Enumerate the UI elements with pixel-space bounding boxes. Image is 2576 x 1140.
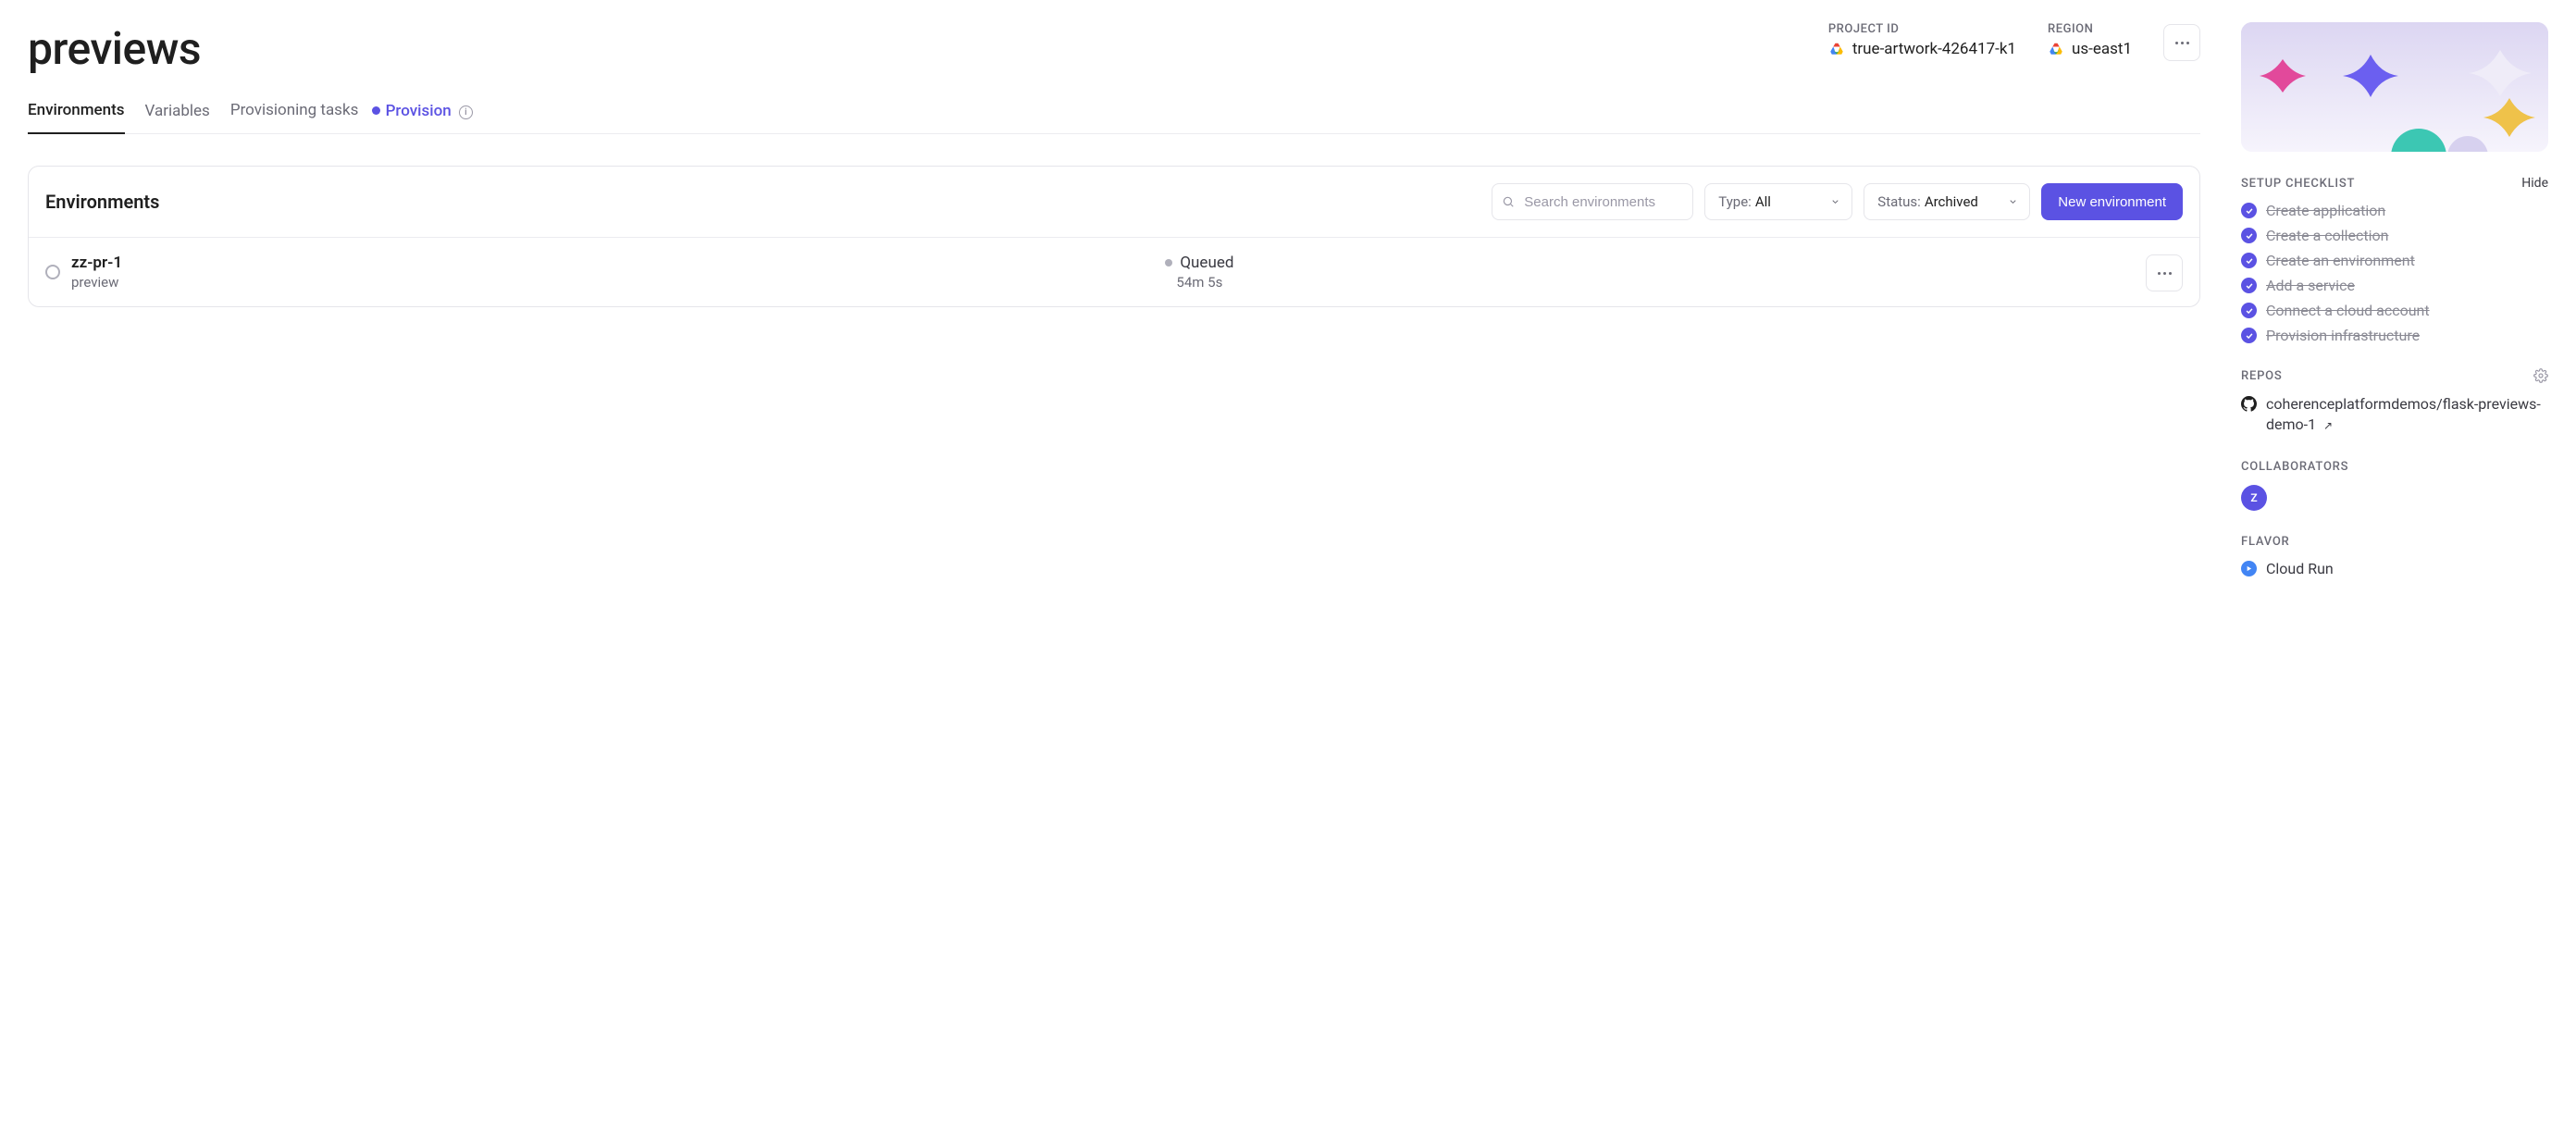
checklist-item[interactable]: Add a service: [2241, 277, 2548, 294]
region-block: REGION us-east1: [2048, 22, 2132, 58]
type-filter-label: Type:: [1718, 193, 1752, 210]
repos-label: REPOS: [2241, 369, 2283, 383]
project-id-value: true-artwork-426417-k1: [1852, 40, 2016, 58]
status-filter[interactable]: Status: Archived: [1864, 183, 2030, 220]
collaborators-label: COLLABORATORS: [2241, 460, 2348, 474]
tab-variables[interactable]: Variables: [145, 102, 210, 133]
env-name: zz-pr-1: [71, 254, 122, 272]
env-age: 54m 5s: [1176, 274, 1222, 291]
dots-horizontal-icon: [2158, 272, 2172, 275]
google-cloud-icon: [2048, 43, 2064, 56]
region-label: REGION: [2048, 22, 2132, 36]
new-environment-button[interactable]: New environment: [2041, 183, 2183, 220]
tabs: Environments Variables Provisioning task…: [28, 101, 2200, 134]
chevron-down-icon: [1830, 197, 1840, 207]
status-filter-value: Archived: [1925, 193, 1978, 210]
google-cloud-icon: [1828, 43, 1845, 56]
flavor-label: FLAVOR: [2241, 535, 2290, 549]
repo-name: coherenceplatformdemos/flask-previews-de…: [2266, 395, 2541, 433]
chevron-down-icon: [2008, 197, 2018, 207]
collaborator-avatar[interactable]: z: [2241, 485, 2267, 511]
checklist-item[interactable]: Create application: [2241, 202, 2548, 219]
project-id-block: PROJECT ID true-artwork-426417-k1: [1828, 22, 2016, 58]
check-circle-icon: [2241, 228, 2257, 243]
type-filter-value: All: [1755, 193, 1771, 210]
env-status: Queued: [1180, 254, 1233, 272]
search-input[interactable]: [1492, 183, 1693, 220]
dots-horizontal-icon: [2175, 42, 2189, 44]
checklist-item[interactable]: Create a collection: [2241, 227, 2548, 244]
hide-checklist-link[interactable]: Hide: [2521, 176, 2548, 191]
check-circle-icon: [2241, 278, 2257, 293]
env-kind: preview: [71, 274, 122, 291]
checklist-item[interactable]: Provision infrastructure: [2241, 327, 2548, 344]
repo-link[interactable]: coherenceplatformdemos/flask-previews-de…: [2241, 394, 2548, 436]
provision-badge-label: Provision: [386, 102, 452, 120]
row-more-button[interactable]: [2146, 254, 2183, 291]
external-link-icon: ↗: [2323, 419, 2333, 432]
checklist-item[interactable]: Connect a cloud account: [2241, 302, 2548, 319]
region-value: us-east1: [2072, 40, 2132, 58]
status-dot-icon: [1165, 259, 1172, 266]
tab-provisioning-tasks[interactable]: Provisioning tasks Provision i: [230, 101, 473, 133]
checklist-label: SETUP CHECKLIST: [2241, 177, 2355, 191]
status-ring-icon: [45, 265, 60, 279]
provision-status-dot-icon: [372, 106, 380, 115]
header-more-button[interactable]: [2163, 24, 2200, 61]
gear-icon[interactable]: [2533, 368, 2548, 383]
project-id-label: PROJECT ID: [1828, 22, 2016, 36]
flavor-value: Cloud Run: [2266, 560, 2334, 577]
cloud-run-icon: [2241, 561, 2257, 576]
environment-row[interactable]: zz-pr-1 preview Queued 54m 5s: [29, 238, 2199, 306]
check-circle-icon: [2241, 203, 2257, 218]
type-filter[interactable]: Type: All: [1704, 183, 1852, 220]
hero-banner: [2241, 22, 2548, 152]
github-icon: [2241, 396, 2257, 412]
info-icon[interactable]: i: [459, 105, 473, 119]
page-title: previews: [28, 22, 201, 75]
check-circle-icon: [2241, 303, 2257, 318]
check-circle-icon: [2241, 328, 2257, 343]
tab-provisioning-tasks-label: Provisioning tasks: [230, 101, 359, 119]
check-circle-icon: [2241, 253, 2257, 268]
environments-title: Environments: [45, 191, 159, 213]
tab-environments[interactable]: Environments: [28, 101, 125, 134]
flavor-value-line: Cloud Run: [2241, 560, 2548, 577]
status-filter-label: Status:: [1877, 193, 1921, 210]
environments-card: Environments Type: All Status: Archived: [28, 166, 2200, 307]
checklist-item[interactable]: Create an environment: [2241, 252, 2548, 269]
